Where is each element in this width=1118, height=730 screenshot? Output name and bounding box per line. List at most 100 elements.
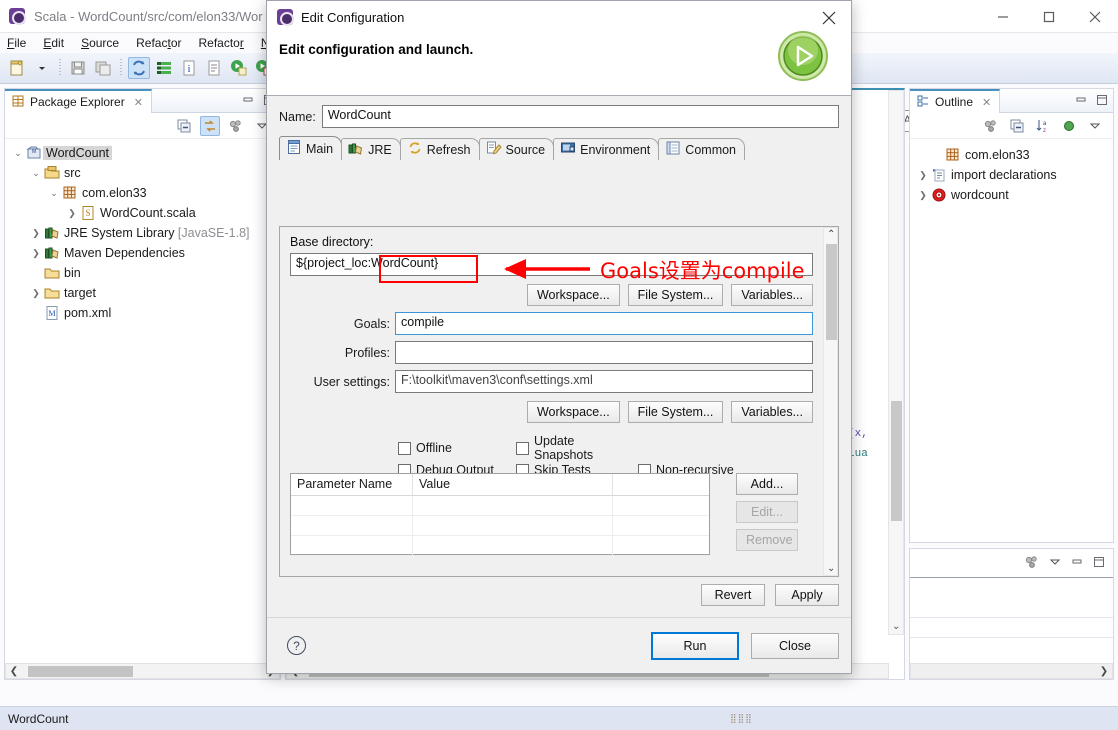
scroll-right-arrow[interactable]: ❯ (1096, 666, 1112, 677)
minimize-icon[interactable] (980, 0, 1026, 33)
name-input[interactable]: WordCount (321, 105, 839, 128)
save-icon[interactable] (67, 57, 89, 79)
new-wizard-icon[interactable] (6, 57, 28, 79)
tree-item-wordcount[interactable]: ⌄ M WordCount (5, 143, 280, 163)
hide-non-public-icon[interactable] (1059, 116, 1079, 136)
scroll-thumb[interactable] (28, 666, 133, 677)
maximize-icon[interactable] (1092, 555, 1106, 572)
menu-edit[interactable]: Edit (43, 36, 64, 50)
sort-icon[interactable]: az (1033, 116, 1053, 136)
revert-button[interactable]: Revert (701, 584, 765, 606)
maximize-icon[interactable] (1095, 93, 1109, 110)
tree-item-src[interactable]: ⌄ src (5, 163, 280, 183)
base-dir-btn-workspace[interactable]: Workspace... (526, 284, 620, 306)
menu-file[interactable]: File (7, 36, 26, 50)
collapse-all-icon[interactable] (1007, 116, 1027, 136)
hide-fields-icon[interactable] (981, 116, 1001, 136)
tree-item-com-elon33[interactable]: ⌄ com.elon33 (5, 183, 280, 203)
minimize-icon[interactable] (1074, 93, 1088, 110)
table-button-add[interactable]: Add... (736, 473, 798, 495)
user-settings-btn-variables[interactable]: Variables... (731, 401, 813, 423)
checkbox-box[interactable] (516, 441, 529, 455)
user-settings-input[interactable]: F:\toolkit\maven3\conf\settings.xml (395, 370, 813, 393)
tree-arrow-expanded[interactable]: ⌄ (29, 168, 43, 179)
dialog-tab-jre[interactable]: JRE (341, 138, 401, 160)
base-dir-btn-file-system[interactable]: File System... (627, 284, 724, 306)
close-button[interactable]: Close (751, 632, 839, 659)
tree-arrow-collapsed[interactable]: ❯ (916, 170, 930, 181)
run-icon[interactable] (228, 57, 250, 79)
package-explorer-hscrollbar[interactable]: ❮ ❯ (5, 663, 280, 679)
scroll-thumb[interactable] (826, 244, 837, 340)
close-icon[interactable] (1072, 0, 1118, 33)
tree-arrow-expanded[interactable]: ⌄ (11, 148, 25, 159)
tree-item-target[interactable]: ❯ target (5, 283, 280, 303)
link-with-editor-icon[interactable] (200, 115, 220, 136)
scroll-up-arrow[interactable]: ⌃ (827, 229, 835, 240)
profiles-input[interactable] (395, 341, 813, 364)
tree-item-bin[interactable]: bin (5, 263, 280, 283)
base-dir-btn-variables[interactable]: Variables... (731, 284, 813, 306)
tree-arrow-collapsed[interactable]: ❯ (65, 208, 79, 219)
dialog-tab-environment[interactable]: Environment (553, 138, 660, 160)
dropdown-arrow-icon[interactable] (31, 57, 53, 79)
apply-button[interactable]: Apply (775, 584, 839, 606)
collapse-all-icon[interactable] (174, 116, 194, 136)
bottom-view-hscrollbar[interactable]: ❯ (910, 663, 1113, 679)
table-row[interactable] (291, 516, 709, 536)
dialog-tab-refresh[interactable]: Refresh (399, 138, 480, 160)
minimize-icon[interactable] (241, 93, 255, 110)
goals-input[interactable]: compile (395, 312, 813, 335)
main-tab-vscrollbar[interactable]: ⌃ ⌄ (823, 227, 838, 576)
checkbox-offline[interactable]: Offline (398, 441, 516, 455)
tree-item-pom-xml[interactable]: Mpom.xml (5, 303, 280, 323)
view-chevron-icon[interactable] (1048, 555, 1062, 572)
scroll-down-arrow[interactable]: ⌄ (827, 563, 835, 574)
close-icon[interactable]: ✕ (982, 96, 991, 109)
user-settings-btn-workspace[interactable]: Workspace... (526, 401, 620, 423)
minimize-icon[interactable] (1070, 555, 1084, 572)
menu-refactor-2[interactable]: Refactor (198, 36, 243, 50)
dialog-tab-common[interactable]: Common (658, 138, 746, 160)
maximize-icon[interactable] (1026, 0, 1072, 33)
table-row[interactable] (291, 536, 709, 556)
tree-item-wordcount-scala[interactable]: ❯ S WordCount.scala (5, 203, 280, 223)
outline-item-import-declarations[interactable]: ❯ import declarations (910, 165, 1113, 185)
view-menu-icon[interactable] (1024, 554, 1040, 573)
tree-arrow-collapsed[interactable]: ❯ (29, 288, 43, 299)
info-icon[interactable]: i (178, 57, 200, 79)
close-icon[interactable]: ✕ (134, 96, 143, 109)
scroll-down-arrow[interactable]: ⌄ (892, 621, 900, 632)
editor-vscrollbar[interactable]: ⌄ (888, 90, 904, 635)
open-task-icon[interactable] (203, 57, 225, 79)
parameters-table[interactable]: Parameter Name Value (290, 473, 710, 556)
tree-arrow-collapsed[interactable]: ❯ (916, 190, 930, 201)
dialog-tab-source[interactable]: Source (478, 138, 555, 160)
help-icon[interactable]: ? (287, 636, 306, 655)
tree-item-maven-dependencies[interactable]: ❯ Maven Dependencies (5, 243, 280, 263)
menu-refactor-1[interactable]: Refactor (136, 36, 181, 50)
svg-text:a: a (1043, 121, 1047, 127)
tree-item-jre-system-library[interactable]: ❯ JRE System Library [JavaSE-1.8] (5, 223, 280, 243)
outline-item-com-elon33[interactable]: com.elon33 (910, 145, 1113, 165)
table-row[interactable] (291, 496, 709, 516)
checkbox-update-snapshots[interactable]: Update Snapshots (516, 434, 638, 462)
save-all-icon[interactable] (92, 57, 114, 79)
tree-arrow-collapsed[interactable]: ❯ (29, 248, 43, 259)
scroll-thumb[interactable] (891, 401, 902, 521)
run-button[interactable]: Run (651, 631, 739, 660)
outline-item-wordcount[interactable]: ❯ wordcount (910, 185, 1113, 205)
checkbox-box[interactable] (398, 441, 411, 455)
dialog-tab-main[interactable]: Main (279, 136, 343, 160)
build-icon[interactable] (153, 57, 175, 79)
refresh-icon[interactable] (128, 57, 150, 79)
tab-package-explorer[interactable]: Package Explorer ✕ (5, 89, 152, 113)
view-menu-icon[interactable] (226, 116, 246, 136)
tab-outline[interactable]: Outline ✕ (910, 89, 1001, 113)
tree-arrow-collapsed[interactable]: ❯ (29, 228, 43, 239)
tree-arrow-expanded[interactable]: ⌄ (47, 188, 61, 199)
menu-source[interactable]: Source (81, 36, 119, 50)
user-settings-btn-file-system[interactable]: File System... (627, 401, 724, 423)
scroll-left-arrow[interactable]: ❮ (6, 666, 22, 677)
view-chevron-icon[interactable] (1085, 116, 1105, 136)
